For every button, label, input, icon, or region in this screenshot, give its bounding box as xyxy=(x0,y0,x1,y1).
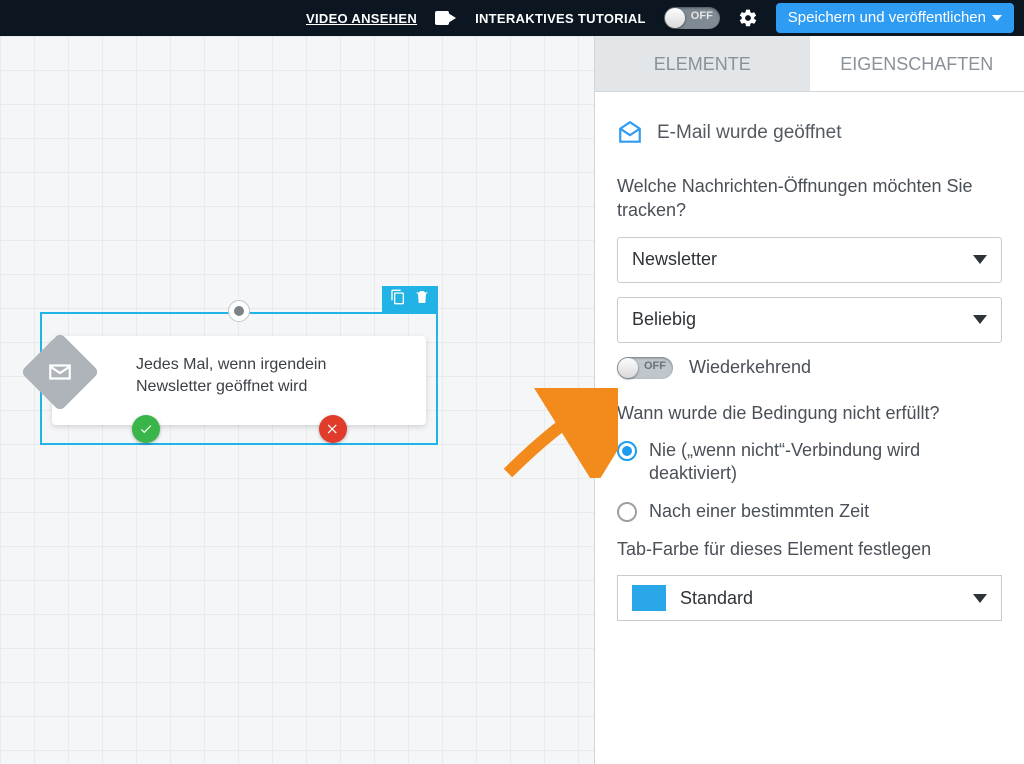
delete-icon[interactable] xyxy=(414,289,430,310)
tutorial-toggle-state: OFF xyxy=(691,10,713,22)
radio-never[interactable]: Nie („wenn nicht“-Verbindung wird deakti… xyxy=(617,439,1002,486)
select-message-type[interactable]: Newsletter xyxy=(617,237,1002,283)
node-action-bar xyxy=(382,286,438,312)
panel-tabs: ELEMENTE EIGENSCHAFTEN xyxy=(595,36,1024,92)
tutorial-label: INTERAKTIVES TUTORIAL xyxy=(475,11,646,26)
select-tab-color-value: Standard xyxy=(680,588,753,609)
publish-button-label: Speichern und veröffentlichen xyxy=(788,9,986,26)
question-notmet: Wann wurde die Bedingung nicht erfüllt? xyxy=(617,401,1002,425)
node-card: Jedes Mal, wenn irgendein Newsletter geö… xyxy=(52,336,426,425)
recurring-label: Wiederkehrend xyxy=(689,357,811,378)
radio-after-time-label: Nach einer bestimmten Zeit xyxy=(649,500,869,523)
chevron-down-icon xyxy=(973,594,987,603)
node-input-port[interactable] xyxy=(228,300,250,322)
radio-never-input[interactable] xyxy=(617,441,637,461)
radio-never-label: Nie („wenn nicht“-Verbindung wird deakti… xyxy=(649,439,1002,486)
node-yes-port[interactable] xyxy=(132,415,160,443)
node-no-port[interactable] xyxy=(319,415,347,443)
radio-after-time[interactable]: Nach einer bestimmten Zeit xyxy=(617,500,1002,523)
tab-properties[interactable]: EIGENSCHAFTEN xyxy=(810,36,1024,91)
node-description: Jedes Mal, wenn irgendein Newsletter geö… xyxy=(136,354,406,397)
properties-panel: ELEMENTE EIGENSCHAFTEN E-Mail wurde geöf… xyxy=(594,36,1024,764)
radio-after-time-input[interactable] xyxy=(617,502,637,522)
select-message-which-value: Beliebig xyxy=(632,309,696,330)
select-tab-color[interactable]: Standard xyxy=(617,575,1002,621)
tutorial-toggle[interactable]: OFF xyxy=(664,7,720,29)
color-swatch xyxy=(632,585,666,611)
publish-button[interactable]: Speichern und veröffentlichen xyxy=(776,3,1014,33)
gear-icon[interactable] xyxy=(738,8,758,28)
question-color: Tab-Farbe für dieses Element festlegen xyxy=(617,537,1002,561)
question-track: Welche Nachrichten-Öffnungen möchten Sie… xyxy=(617,174,1002,223)
workflow-node-selected[interactable]: Jedes Mal, wenn irgendein Newsletter geö… xyxy=(40,312,438,445)
workflow-canvas[interactable]: Jedes Mal, wenn irgendein Newsletter geö… xyxy=(0,36,594,764)
panel-title: E-Mail wurde geöffnet xyxy=(617,120,1002,146)
topbar: VIDEO ANSEHEN INTERAKTIVES TUTORIAL OFF … xyxy=(0,0,1024,36)
recurring-toggle-state: OFF xyxy=(644,360,666,372)
camera-icon xyxy=(435,11,457,25)
tab-elements[interactable]: ELEMENTE xyxy=(595,36,810,91)
chevron-down-icon xyxy=(992,15,1002,21)
recurring-toggle[interactable]: OFF xyxy=(617,357,673,379)
mail-icon xyxy=(20,332,99,411)
panel-title-text: E-Mail wurde geöffnet xyxy=(657,122,841,144)
mail-open-icon xyxy=(617,120,643,146)
chevron-down-icon xyxy=(973,315,987,324)
select-message-type-value: Newsletter xyxy=(632,249,717,270)
select-message-which[interactable]: Beliebig xyxy=(617,297,1002,343)
chevron-down-icon xyxy=(973,255,987,264)
watch-video-link[interactable]: VIDEO ANSEHEN xyxy=(306,11,417,26)
duplicate-icon[interactable] xyxy=(390,289,406,310)
